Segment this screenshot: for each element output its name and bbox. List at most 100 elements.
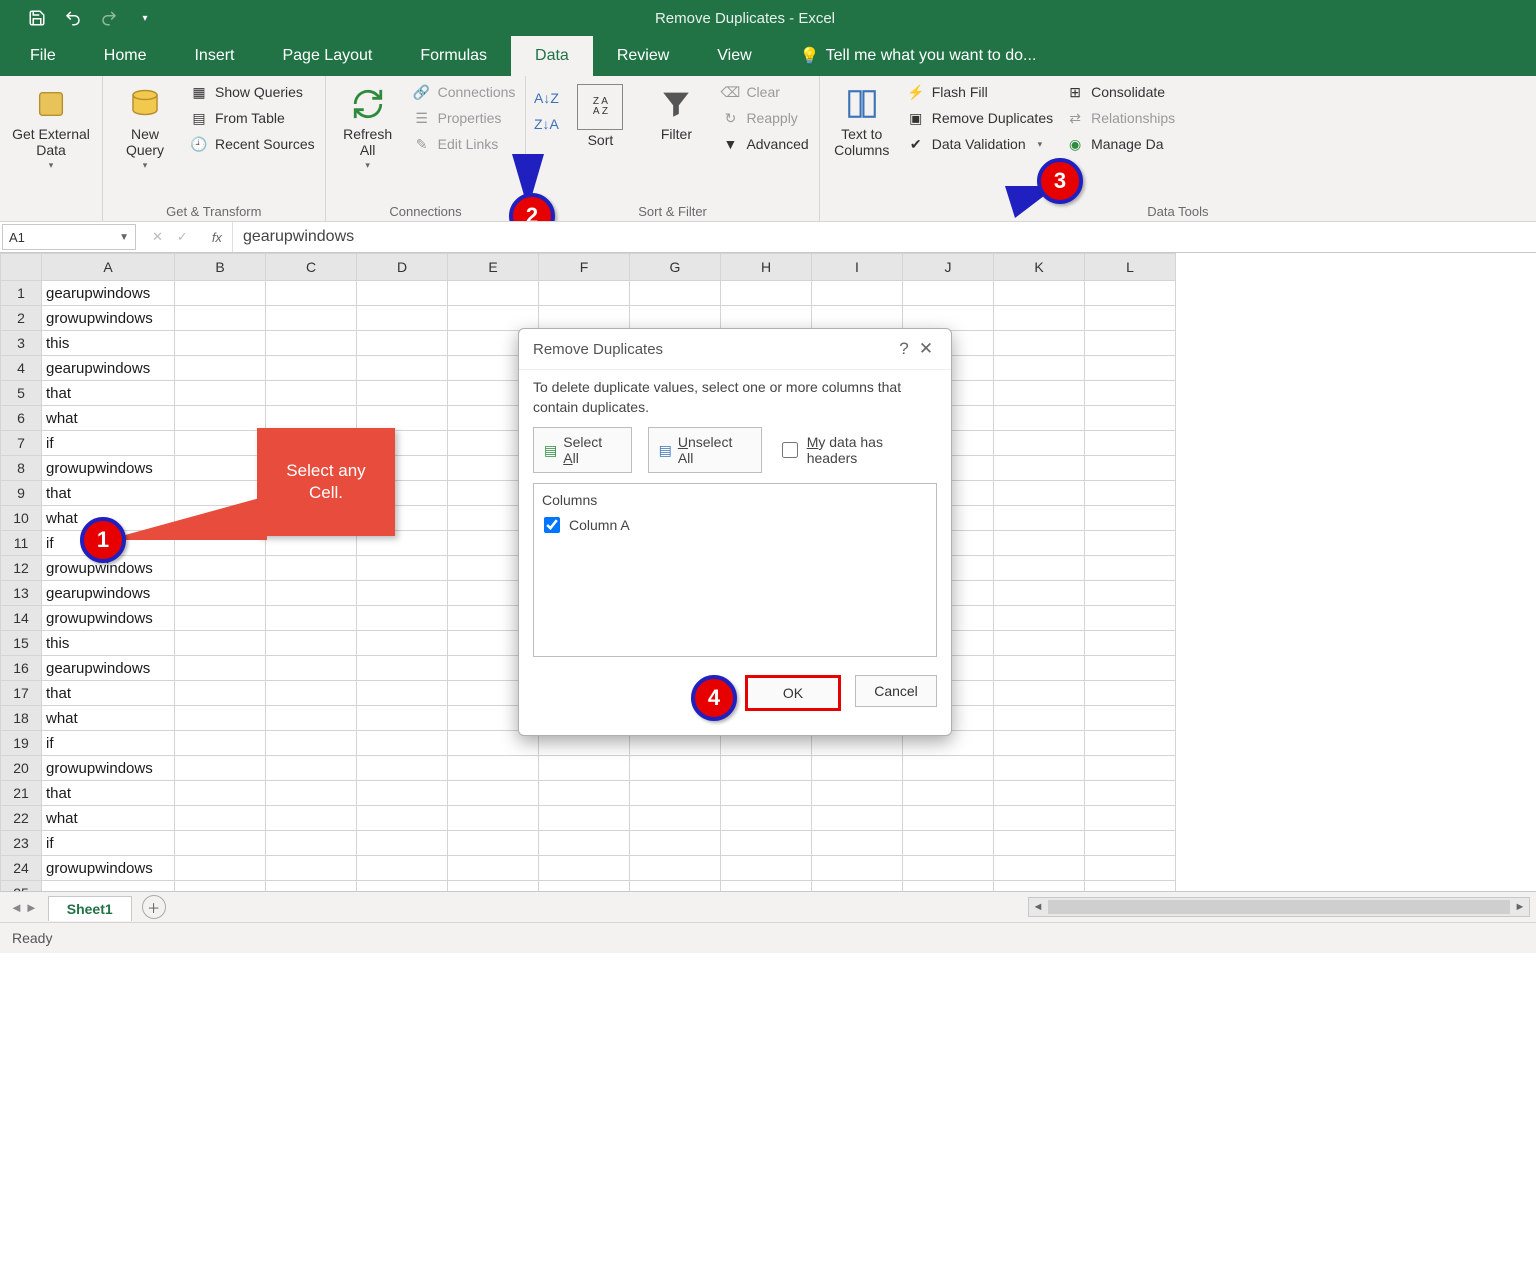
cell[interactable]: what bbox=[42, 406, 175, 431]
cell[interactable] bbox=[994, 331, 1085, 356]
cell[interactable] bbox=[1085, 306, 1176, 331]
tab-file[interactable]: File bbox=[6, 36, 80, 76]
cell[interactable] bbox=[1085, 481, 1176, 506]
cell[interactable] bbox=[266, 656, 357, 681]
clear-button[interactable]: ⌫ Clear bbox=[716, 80, 812, 104]
cell[interactable] bbox=[812, 806, 903, 831]
cell[interactable]: growupwindows bbox=[42, 456, 175, 481]
cell[interactable] bbox=[266, 331, 357, 356]
cell[interactable] bbox=[175, 856, 266, 881]
cell[interactable] bbox=[1085, 831, 1176, 856]
sort-desc-button[interactable]: Z↓A bbox=[532, 112, 560, 136]
scrollbar-thumb[interactable] bbox=[1048, 900, 1510, 914]
cell[interactable]: that bbox=[42, 381, 175, 406]
cell[interactable]: growupwindows bbox=[42, 856, 175, 881]
horizontal-scrollbar[interactable]: ◄ ► bbox=[1028, 897, 1530, 917]
cell[interactable]: gearupwindows bbox=[42, 356, 175, 381]
cell[interactable] bbox=[266, 856, 357, 881]
cell[interactable] bbox=[539, 281, 630, 306]
cell[interactable] bbox=[175, 331, 266, 356]
cell[interactable] bbox=[630, 281, 721, 306]
cell[interactable] bbox=[175, 806, 266, 831]
tab-data[interactable]: Data bbox=[511, 36, 593, 76]
column-a-checkbox[interactable]: Column A bbox=[540, 514, 930, 536]
cell[interactable] bbox=[903, 881, 994, 892]
qat-customize-icon[interactable]: ▾ bbox=[136, 9, 154, 27]
sheet-prev-icon[interactable]: ◄ bbox=[10, 900, 23, 915]
cell[interactable] bbox=[1085, 806, 1176, 831]
undo-icon[interactable] bbox=[64, 9, 82, 27]
headers-checkbox-input[interactable] bbox=[782, 442, 798, 458]
cell[interactable]: this bbox=[42, 631, 175, 656]
show-queries-button[interactable]: ▦ Show Queries bbox=[185, 80, 319, 104]
fx-icon[interactable]: fx bbox=[202, 222, 232, 252]
cell[interactable] bbox=[357, 756, 448, 781]
cell[interactable] bbox=[266, 881, 357, 892]
cell[interactable] bbox=[357, 606, 448, 631]
row-header[interactable]: 11 bbox=[1, 531, 42, 556]
flash-fill-button[interactable]: ⚡ Flash Fill bbox=[902, 80, 1057, 104]
row-header[interactable]: 25 bbox=[1, 881, 42, 892]
cell[interactable] bbox=[357, 656, 448, 681]
cell[interactable] bbox=[721, 831, 812, 856]
cell[interactable] bbox=[539, 806, 630, 831]
new-sheet-button[interactable]: ＋ bbox=[142, 895, 166, 919]
cell[interactable] bbox=[721, 306, 812, 331]
cell[interactable] bbox=[357, 681, 448, 706]
cell[interactable] bbox=[994, 806, 1085, 831]
cell[interactable] bbox=[357, 806, 448, 831]
cell[interactable] bbox=[721, 756, 812, 781]
cell[interactable] bbox=[994, 706, 1085, 731]
sheet-next-icon[interactable]: ► bbox=[25, 900, 38, 915]
relationships-button[interactable]: ⇄ Relationships bbox=[1061, 106, 1179, 130]
cell[interactable] bbox=[1085, 681, 1176, 706]
from-table-button[interactable]: ▤ From Table bbox=[185, 106, 319, 130]
enter-formula-icon[interactable]: ✓ bbox=[177, 229, 188, 245]
column-header[interactable]: I bbox=[812, 254, 903, 281]
cell[interactable] bbox=[903, 806, 994, 831]
cell[interactable] bbox=[266, 581, 357, 606]
cell[interactable] bbox=[903, 281, 994, 306]
cell[interactable] bbox=[994, 406, 1085, 431]
columns-listbox[interactable]: Columns Column A bbox=[533, 483, 937, 657]
cell[interactable] bbox=[357, 406, 448, 431]
column-header[interactable]: A bbox=[42, 254, 175, 281]
cell[interactable]: if bbox=[42, 831, 175, 856]
cell[interactable] bbox=[357, 831, 448, 856]
sheet-nav-arrows[interactable]: ◄ ► bbox=[0, 900, 48, 915]
cell[interactable]: growupwindows bbox=[42, 606, 175, 631]
cell[interactable] bbox=[448, 806, 539, 831]
cell[interactable] bbox=[812, 781, 903, 806]
cell[interactable] bbox=[266, 681, 357, 706]
cell[interactable] bbox=[448, 306, 539, 331]
save-icon[interactable] bbox=[28, 9, 46, 27]
column-header[interactable]: D bbox=[357, 254, 448, 281]
close-icon[interactable]: ✕ bbox=[915, 339, 937, 359]
cell[interactable]: growupwindows bbox=[42, 306, 175, 331]
cell[interactable] bbox=[357, 631, 448, 656]
scroll-right-icon[interactable]: ► bbox=[1511, 899, 1529, 915]
tab-review[interactable]: Review bbox=[593, 36, 693, 76]
cell[interactable] bbox=[175, 756, 266, 781]
cell[interactable]: gearupwindows bbox=[42, 656, 175, 681]
cell[interactable] bbox=[357, 581, 448, 606]
cell[interactable] bbox=[630, 781, 721, 806]
cell[interactable] bbox=[175, 631, 266, 656]
cell[interactable] bbox=[630, 856, 721, 881]
cell[interactable] bbox=[42, 881, 175, 892]
cell[interactable] bbox=[630, 831, 721, 856]
scroll-left-icon[interactable]: ◄ bbox=[1029, 899, 1047, 915]
cell[interactable]: what bbox=[42, 806, 175, 831]
column-header[interactable]: E bbox=[448, 254, 539, 281]
row-header[interactable]: 16 bbox=[1, 656, 42, 681]
column-header[interactable]: C bbox=[266, 254, 357, 281]
name-box[interactable]: A1 ▼ bbox=[2, 224, 136, 250]
cell[interactable] bbox=[903, 756, 994, 781]
row-header[interactable]: 2 bbox=[1, 306, 42, 331]
cell[interactable] bbox=[630, 881, 721, 892]
cell[interactable] bbox=[266, 306, 357, 331]
cell[interactable] bbox=[175, 831, 266, 856]
cell[interactable] bbox=[721, 281, 812, 306]
row-header[interactable]: 13 bbox=[1, 581, 42, 606]
cell[interactable] bbox=[994, 456, 1085, 481]
